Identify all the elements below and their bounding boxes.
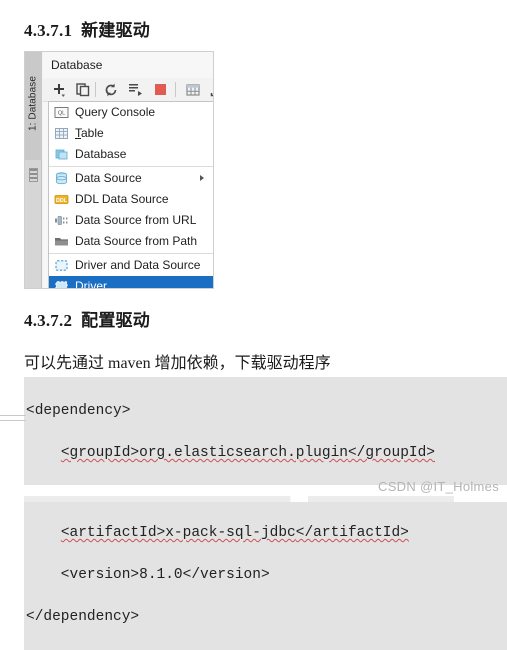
folder-icon [54, 234, 69, 249]
menu-item-driver[interactable]: Driver [49, 276, 213, 289]
menu-item-label: Driver and Data Source [75, 258, 201, 272]
svg-text:QL: QL [58, 111, 65, 117]
csdn-watermark: CSDN @IT_Holmes [378, 479, 499, 494]
stripe-grip-icon [29, 168, 38, 182]
heading-1-text: 新建驱动 [81, 21, 150, 40]
code-line-4: <artifactId>x-pack-sql-jdbc</artifactId> [24, 523, 507, 544]
export-icon[interactable] [209, 82, 213, 98]
code-tag-close: </artifactId> [295, 525, 409, 541]
page-heading-1: 4.3.7.1 新建驱动 [24, 16, 150, 41]
url-icon [54, 213, 69, 228]
chevron-right-icon [200, 175, 204, 181]
menu-separator-1 [49, 166, 213, 167]
menu-item-label: Data Source from URL [75, 213, 197, 227]
body-paragraph: 可以先通过 maven 增加依赖，下载驱动程序 [24, 355, 331, 372]
ide-panel-content: Database QL Query Console Table Database… [43, 52, 213, 288]
code-tag-open: <artifactId> [60, 525, 166, 541]
menu-item-label: Driver [75, 279, 107, 289]
heading-1-number: 4.3.7.1 [24, 21, 73, 40]
code-tag-value: x-pack-sql-jdbc [165, 525, 296, 541]
driver-icon [54, 258, 69, 273]
stop-icon[interactable] [153, 82, 169, 98]
table-icon[interactable] [185, 82, 201, 98]
tool-window-tab-database[interactable]: 1: Database [25, 52, 42, 160]
menu-item-database[interactable]: Database [49, 144, 213, 165]
panel-title: Database [51, 58, 103, 72]
query-console-icon: QL [54, 105, 69, 120]
table-grid-icon [54, 126, 69, 141]
scan-artifact-rule [0, 420, 26, 421]
panel-toolbar [43, 78, 213, 102]
menu-item-data-source-from-url[interactable]: Data Source from URL [49, 210, 213, 231]
menu-item-label: Database [75, 147, 127, 161]
toolbar-separator [95, 82, 96, 97]
menu-item-query-console[interactable]: QL Query Console [49, 102, 213, 123]
refresh-icon[interactable] [103, 82, 119, 98]
code-tag-value: org.elasticsearch.plugin [139, 445, 348, 461]
menu-item-driver-and-data-source[interactable]: Driver and Data Source [49, 255, 213, 276]
menu-item-label: DDL Data Source [75, 192, 169, 206]
heading-2-number: 4.3.7.2 [24, 311, 73, 330]
menu-separator-2 [49, 253, 213, 254]
menu-item-label: Data Source [75, 171, 142, 185]
menu-item-table[interactable]: Table [49, 123, 213, 144]
ide-database-panel-screenshot: 1: Database Database QL Query Console Ta… [24, 51, 214, 289]
toolbar-separator-2 [175, 82, 176, 97]
svg-text:DDL: DDL [56, 198, 68, 204]
menu-item-data-source-from-path[interactable]: Data Source from Path [49, 231, 213, 252]
scan-artifact-rule [0, 415, 26, 416]
code-line-6: </dependency> [26, 609, 140, 625]
data-source-icon [54, 171, 69, 186]
menu-item-data-source[interactable]: Data Source [49, 168, 213, 189]
tool-window-tab-label: 1: Database [27, 75, 39, 132]
menu-item-ddl-data-source[interactable]: DDL DDL Data Source [49, 189, 213, 210]
menu-item-label-rest: able [81, 126, 104, 140]
page-heading-2: 4.3.7.2 配置驱动 [24, 306, 150, 331]
new-context-menu: QL Query Console Table Database Data Sou… [48, 101, 213, 288]
menu-item-label: Query Console [75, 105, 156, 119]
driver-icon [54, 279, 69, 288]
run-query-icon[interactable] [127, 82, 143, 98]
code-tag-open: <groupId> [60, 445, 140, 461]
code-tag-close: </groupId> [347, 445, 435, 461]
clipped-text-line [24, 496, 454, 502]
duplicate-icon[interactable] [75, 82, 91, 98]
heading-2-text: 配置驱动 [81, 311, 150, 330]
code-line-1: <dependency> [26, 403, 131, 419]
menu-item-label: Data Source from Path [75, 234, 198, 248]
ddl-icon: DDL [54, 192, 69, 207]
code-line-5: <version>8.1.0</version> [26, 567, 270, 583]
menu-item-label: Table [75, 126, 104, 140]
code-block-xml-dependency: <dependency> <groupId>org.elasticsearch.… [24, 377, 507, 650]
add-icon[interactable] [51, 82, 67, 98]
code-line-2: <groupId>org.elasticsearch.plugin</group… [24, 443, 507, 464]
tool-window-stripe: 1: Database [25, 52, 42, 288]
database-icon [54, 147, 69, 162]
